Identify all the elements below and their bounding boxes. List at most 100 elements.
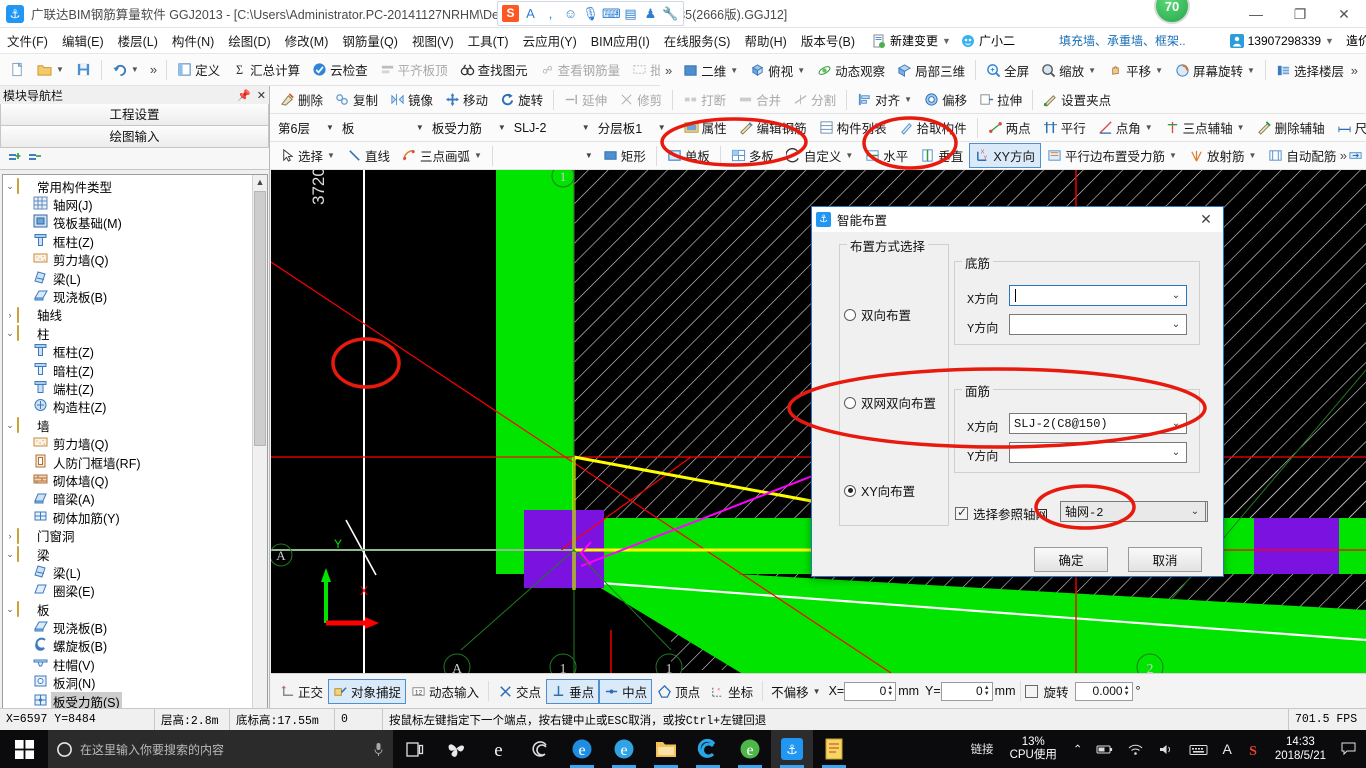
save-icon[interactable] bbox=[70, 59, 97, 80]
combo-component-type-chevron-down-icon[interactable]: ▼ bbox=[416, 123, 428, 132]
draw-horizontal-icon[interactable]: 水平 bbox=[859, 143, 914, 168]
dialog-close-button[interactable]: ✕ bbox=[1193, 211, 1219, 228]
tree-item-14[interactable]: 剪力墙(Q) bbox=[3, 434, 252, 452]
modify-set-grip-icon[interactable]: 设置夹点 bbox=[1037, 87, 1117, 112]
reference-axis-checkbox-row[interactable]: 选择参照轴网 bbox=[955, 504, 1048, 523]
network-icon[interactable] bbox=[1121, 743, 1150, 756]
radio-xy-direction[interactable]: XY向布置 bbox=[844, 481, 915, 500]
tree-item-2[interactable]: 筏板基础(M) bbox=[3, 214, 252, 232]
tree-item-25[interactable]: 螺旋板(B) bbox=[3, 637, 252, 655]
tree-item-0[interactable]: ⌄ 常用构件类型 bbox=[3, 177, 252, 195]
pin-icon[interactable]: 📌 bbox=[237, 89, 251, 102]
toolbar1-binoculars-icon[interactable]: 查找图元 bbox=[454, 57, 534, 82]
radio-dual-net-button[interactable] bbox=[844, 396, 856, 409]
draw-empty-combo[interactable]: ▼ bbox=[497, 151, 597, 160]
tool-dimension-icon[interactable]: 尺寸标注▼ bbox=[1331, 115, 1366, 140]
tree-item-3[interactable]: 框柱(Z) bbox=[3, 232, 252, 250]
ok-button[interactable]: 确定 bbox=[1034, 547, 1108, 572]
view-chevron-down-icon-7[interactable]: ▼ bbox=[1247, 66, 1255, 75]
snap-point-intersection-icon[interactable]: 交点 bbox=[493, 679, 546, 704]
tree-item-18[interactable]: 砌体加筋(Y) bbox=[3, 508, 252, 526]
menu-item-4[interactable]: 绘图(D) bbox=[221, 29, 277, 52]
bottom-y-chevron-down-icon[interactable]: ⌄ bbox=[1166, 319, 1186, 331]
tree-item-11[interactable]: 端柱(Z) bbox=[3, 379, 252, 397]
ie-icon[interactable]: e bbox=[603, 730, 645, 768]
green-browser-icon[interactable]: e bbox=[729, 730, 771, 768]
modify-mirror-icon[interactable]: 镜像 bbox=[384, 87, 439, 112]
menu-item-2[interactable]: 楼层(L) bbox=[111, 29, 165, 52]
notepad-icon[interactable] bbox=[813, 730, 855, 768]
modify-move-icon[interactable]: 移动 bbox=[439, 87, 494, 112]
view-screen-rotate-icon[interactable]: 屏幕旋转 ▼ bbox=[1169, 58, 1261, 83]
menu-item-1[interactable]: 编辑(E) bbox=[55, 29, 111, 52]
tool-properties-icon[interactable]: 属性 bbox=[678, 115, 733, 140]
scroll-up-icon[interactable]: ▲ bbox=[253, 175, 267, 190]
snap-point-midpoint-icon[interactable]: 中点 bbox=[599, 678, 653, 704]
ime-mode-icon[interactable]: A bbox=[522, 5, 539, 22]
draw-custom-icon[interactable]: 自定义 ▼ bbox=[780, 143, 859, 168]
tool-point-angle-icon[interactable]: 点角 ▼ bbox=[1092, 115, 1159, 140]
modify-stretch-icon[interactable]: 拉伸 bbox=[973, 87, 1028, 112]
modify-offset-icon[interactable]: 偏移 bbox=[918, 87, 973, 112]
draw-toolbar-overflow[interactable]: » bbox=[1335, 148, 1352, 163]
link-label[interactable]: 链接 bbox=[965, 741, 1000, 757]
keyboard-icon[interactable] bbox=[1183, 743, 1214, 756]
tool-chevron-down-icon-6[interactable]: ▼ bbox=[1145, 123, 1153, 132]
minimize-button[interactable]: — bbox=[1234, 0, 1278, 28]
promo-link[interactable]: 填充墙、承重墙、框架.. bbox=[1059, 32, 1186, 49]
search-input[interactable]: 在这里输入你要搜索的内容 bbox=[48, 730, 393, 768]
offset-y-stepper[interactable]: ▲ ▼ bbox=[984, 685, 990, 697]
view-chevron-down-icon-0[interactable]: ▼ bbox=[730, 66, 738, 75]
sogou-ime-icon[interactable]: S bbox=[502, 5, 519, 22]
undo-chevron-down-icon[interactable]: ▼ bbox=[131, 65, 139, 74]
ime-voice-icon[interactable]: 🎙 bbox=[582, 5, 599, 22]
view-chevron-down-icon-5[interactable]: ▼ bbox=[1088, 66, 1096, 75]
task-view-icon[interactable] bbox=[393, 730, 435, 768]
spiral-icon[interactable] bbox=[519, 730, 561, 768]
view-toolbar-overflow-left[interactable]: » bbox=[660, 63, 677, 78]
account-chevron-down-icon[interactable]: ▼ bbox=[1325, 36, 1334, 46]
combo-layer[interactable]: 分层板1 ▼ bbox=[594, 116, 670, 139]
tree-item-26[interactable]: 柱帽(V) bbox=[3, 655, 252, 673]
tray-expand-chevron-up-icon[interactable]: ⌃ bbox=[1067, 742, 1089, 756]
tree-item-21[interactable]: 梁(L) bbox=[3, 563, 252, 581]
tree-item-9[interactable]: 框柱(Z) bbox=[3, 343, 252, 361]
tree-twisty-7[interactable]: › bbox=[3, 310, 17, 320]
snap-mode-object-snap-icon[interactable]: 对象捕捉 bbox=[328, 678, 407, 704]
snap-point-vertex-icon[interactable]: 顶点 bbox=[652, 679, 705, 704]
ggj-app-icon[interactable]: ⚓ bbox=[771, 730, 813, 768]
open-chevron-down-icon[interactable]: ▼ bbox=[56, 65, 64, 74]
combo-component-name-chevron-down-icon[interactable]: ▼ bbox=[582, 123, 594, 132]
menu-item-10[interactable]: BIM应用(I) bbox=[584, 29, 657, 52]
ime-toolbar[interactable]: S A , ☺ 🎙 ⌨ ▤ ♟ 🔧 bbox=[497, 1, 684, 26]
toolbar1-sigma-icon[interactable]: Σ 汇总计算 bbox=[226, 57, 306, 82]
new-change-chevron-down-icon[interactable]: ▼ bbox=[942, 36, 951, 46]
scrollbar-thumb[interactable] bbox=[254, 191, 266, 446]
draw-radial-rebar-icon[interactable]: 放射筋 ▼ bbox=[1183, 143, 1262, 168]
menu-item-11[interactable]: 在线服务(S) bbox=[657, 29, 738, 52]
maximize-button[interactable]: ❐ bbox=[1278, 0, 1322, 28]
menu-item-13[interactable]: 版本号(B) bbox=[794, 29, 862, 52]
snap-mode-dynamic-input-icon[interactable]: 12 动态输入 bbox=[406, 679, 484, 704]
toolbar1-define-icon[interactable]: 定义 bbox=[171, 57, 226, 82]
ime-skin-icon[interactable]: ♟ bbox=[642, 5, 659, 22]
draw-single-slab-icon[interactable]: 单板 bbox=[661, 143, 716, 168]
view-fullscreen-icon[interactable]: 全屏 bbox=[980, 58, 1035, 83]
360-browser-icon[interactable] bbox=[687, 730, 729, 768]
offset-mode-chevron-down-icon[interactable]: ▼ bbox=[813, 687, 825, 696]
tab-drawing-input[interactable]: 绘图输入 bbox=[0, 126, 269, 148]
view-select-floor-icon[interactable]: 选择楼层 bbox=[1270, 58, 1350, 83]
tool-pick-component-icon[interactable]: 拾取构件 bbox=[893, 115, 973, 140]
radio-bidirectional-button[interactable] bbox=[844, 308, 856, 321]
tab-project-settings[interactable]: 工程设置 bbox=[0, 104, 269, 126]
menu-item-6[interactable]: 钢筋量(Q) bbox=[335, 29, 405, 52]
tree-item-10[interactable]: 暗柱(Z) bbox=[3, 361, 252, 379]
view-chevron-down-icon-6[interactable]: ▼ bbox=[1155, 66, 1163, 75]
bottom-x-combo[interactable]: ⌄ bbox=[1009, 285, 1187, 306]
menu-item-0[interactable]: 文件(F) bbox=[0, 29, 55, 52]
draw-rect-icon[interactable]: 矩形 bbox=[597, 143, 652, 168]
battery-icon[interactable] bbox=[1090, 743, 1119, 756]
new-file-icon[interactable] bbox=[4, 59, 31, 80]
menu-item-12[interactable]: 帮助(H) bbox=[737, 29, 793, 52]
smart-layout-dialog[interactable]: ⚓ 智能布置 ✕ 布置方式选择 双向布置 双网双向布置 XY向布置 底筋 X方向 bbox=[811, 206, 1224, 577]
